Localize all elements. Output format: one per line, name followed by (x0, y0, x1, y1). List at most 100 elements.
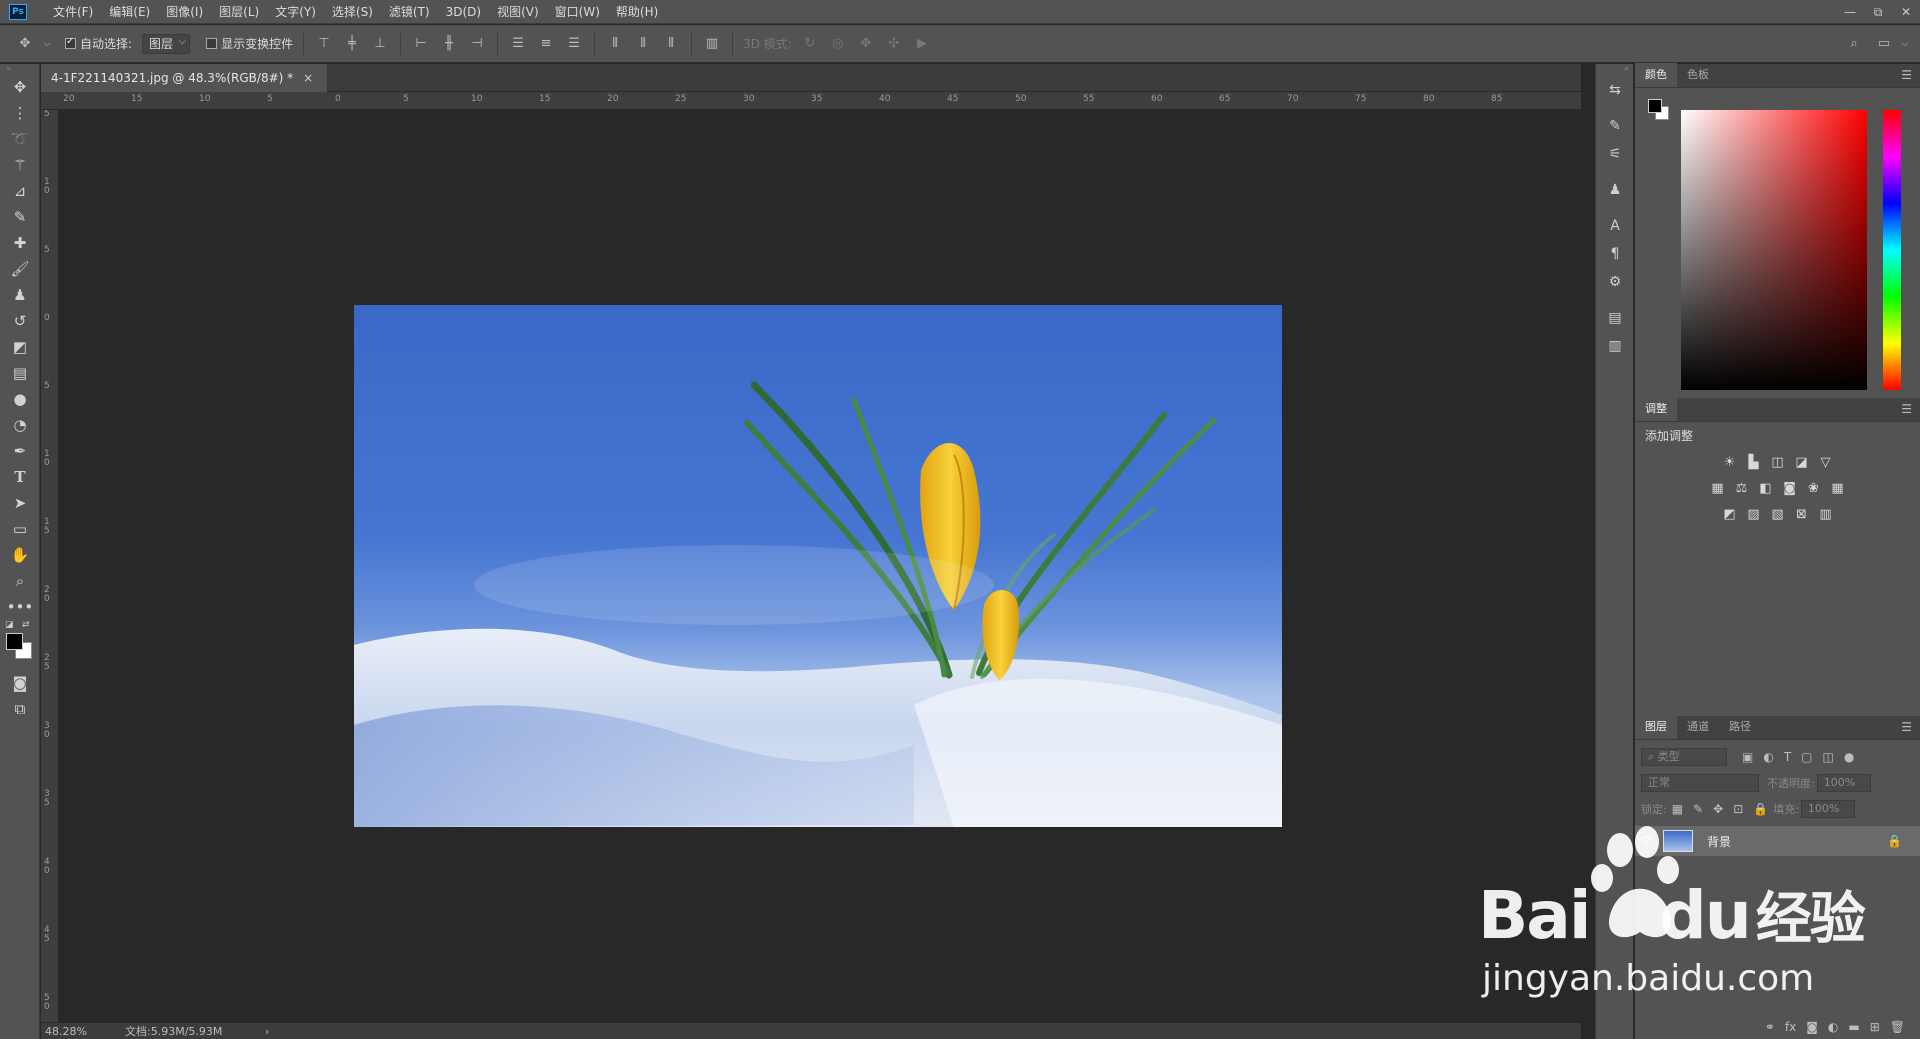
distribute-bottom-icon[interactable]: ☰ (563, 33, 585, 55)
history-icon[interactable]: ⇆ (1596, 76, 1634, 104)
dodge-tool-icon[interactable]: ◔ (0, 412, 40, 438)
lock-transparent-icon[interactable]: ▦ (1672, 802, 1683, 816)
layer-name[interactable]: 背景 (1707, 833, 1731, 850)
align-right-icon[interactable]: ⊣ (466, 33, 488, 55)
new-layer-icon[interactable]: ⊞ (1870, 1020, 1880, 1034)
align-left-icon[interactable]: ⊢ (410, 33, 432, 55)
exposure-icon[interactable]: ◪ (1791, 452, 1813, 472)
gradient-map-icon[interactable]: ▥ (1815, 504, 1837, 524)
filter-pixel-icon[interactable]: ▣ (1742, 750, 1753, 764)
tab-layers[interactable]: 图层 (1635, 715, 1677, 739)
channel-mixer-icon[interactable]: ❀ (1803, 478, 1825, 498)
panel-menu-icon[interactable]: ☰ (1901, 68, 1912, 82)
posterize-icon[interactable]: ▨ (1743, 504, 1765, 524)
tab-color[interactable]: 颜色 (1635, 63, 1677, 87)
crop-tool-icon[interactable]: ⊿ (0, 178, 40, 204)
blend-mode-dropdown[interactable]: 正常 (1641, 774, 1759, 792)
tab-channels[interactable]: 通道 (1677, 715, 1719, 739)
delete-layer-icon[interactable]: 🗑 (1890, 1020, 1905, 1034)
brightness-icon[interactable]: ☀ (1719, 452, 1741, 472)
document-image[interactable] (354, 305, 1282, 827)
panel-menu-icon[interactable]: ☰ (1901, 720, 1912, 734)
marquee-tool-icon[interactable]: ⋮ (0, 100, 40, 126)
menu-view[interactable]: 视图(V) (489, 0, 547, 24)
black-white-icon[interactable]: ◧ (1755, 478, 1777, 498)
filter-smart-object-icon[interactable]: ◫ (1823, 750, 1834, 764)
collapse-icon[interactable]: » (0, 64, 39, 74)
menu-help[interactable]: 帮助(H) (608, 0, 666, 24)
blur-tool-icon[interactable]: ● (0, 386, 40, 412)
link-layers-icon[interactable]: ⚭ (1765, 1020, 1775, 1034)
status-menu-arrow[interactable]: › (265, 1025, 269, 1038)
tab-adjustments[interactable]: 调整 (1635, 397, 1677, 421)
lock-pixels-icon[interactable]: ✎ (1693, 802, 1703, 816)
move-tool-icon[interactable]: ✥ (0, 74, 40, 100)
hue-saturation-icon[interactable]: ▦ (1707, 478, 1729, 498)
glyphs-icon[interactable]: ⚙ (1596, 268, 1634, 296)
auto-select-dropdown[interactable]: 图层 (142, 33, 191, 54)
3d-roll-icon[interactable]: ◎ (827, 33, 849, 55)
chevron-down-icon[interactable]: ⌵ (1899, 33, 1911, 55)
foreground-color-swatch[interactable] (6, 633, 23, 650)
swap-colors-icon[interactable]: ⇄ (22, 620, 30, 630)
type-tool-icon[interactable]: T (0, 464, 40, 490)
gradient-tool-icon[interactable]: ▤ (0, 360, 40, 386)
menu-file[interactable]: 文件(F) (45, 0, 101, 24)
invert-icon[interactable]: ◩ (1719, 504, 1741, 524)
collapse-icon[interactable]: « (1596, 64, 1633, 76)
magic-wand-tool-icon[interactable]: ⚚ (0, 152, 40, 178)
screen-mode-icon[interactable]: ⧉ (0, 696, 40, 722)
photo-filter-icon[interactable]: ◙ (1779, 478, 1801, 498)
opacity-field[interactable]: 100% (1816, 774, 1871, 792)
selective-color-icon[interactable]: ⊠ (1791, 504, 1813, 524)
layer-row-background[interactable]: 👁 背景 🔒 (1635, 826, 1920, 856)
distribute-vcenter-icon[interactable]: ≡ (535, 33, 557, 55)
tab-swatches[interactable]: 色板 (1677, 63, 1719, 87)
vibrance-icon[interactable]: ▽ (1815, 452, 1837, 472)
search-icon[interactable]: ⌕ (1843, 33, 1865, 55)
menu-image[interactable]: 图像(I) (158, 0, 211, 24)
distribute-hcenter-icon[interactable]: ⦀ (632, 33, 654, 55)
hue-slider[interactable] (1883, 110, 1901, 390)
paragraph-icon[interactable]: ¶ (1596, 240, 1634, 268)
align-top-icon[interactable]: ⊤ (313, 33, 335, 55)
distribute-right-icon[interactable]: ⦀ (660, 33, 682, 55)
healing-brush-tool-icon[interactable]: ✚ (0, 230, 40, 256)
filter-shape-icon[interactable]: ▢ (1801, 750, 1812, 764)
lock-all-icon[interactable]: 🔒 (1753, 802, 1768, 816)
3d-slide-icon[interactable]: ✣ (883, 33, 905, 55)
restore-button[interactable]: ⧉ (1864, 0, 1892, 24)
more-tools-icon[interactable]: ••• (0, 594, 40, 620)
filter-toggle-icon[interactable]: ● (1844, 750, 1854, 764)
lock-position-icon[interactable]: ✥ (1713, 802, 1723, 816)
pen-tool-icon[interactable]: ✒ (0, 438, 40, 464)
layer-style-icon[interactable]: fx (1785, 1020, 1796, 1034)
distribute-top-icon[interactable]: ☰ (507, 33, 529, 55)
levels-icon[interactable]: ▙ (1743, 452, 1765, 472)
align-vcenter-icon[interactable]: ╪ (341, 33, 363, 55)
menu-layer[interactable]: 图层(L) (211, 0, 267, 24)
properties-icon[interactable]: ▤ (1596, 304, 1634, 332)
add-mask-icon[interactable]: ◙ (1806, 1020, 1818, 1034)
tab-paths[interactable]: 路径 (1719, 715, 1761, 739)
lasso-tool-icon[interactable]: ➰ (0, 126, 40, 152)
new-group-icon[interactable]: ▬ (1848, 1020, 1859, 1034)
zoom-tool-icon[interactable]: ⌕ (0, 568, 40, 594)
auto-align-icon[interactable]: ▥ (701, 33, 723, 55)
3d-rotate-icon[interactable]: ↻ (799, 33, 821, 55)
brush-settings-icon[interactable]: ⚟ (1596, 140, 1634, 168)
notes-icon[interactable]: ▥ (1596, 332, 1634, 360)
path-selection-tool-icon[interactable]: ➤ (0, 490, 40, 516)
eye-icon[interactable]: 👁 (1635, 834, 1657, 848)
chevron-down-icon[interactable]: ⌵ (42, 33, 52, 55)
quick-mask-icon[interactable]: ◙ (0, 670, 40, 696)
brush-tool-icon[interactable]: 🖌 (0, 256, 40, 282)
zoom-level[interactable]: 48.28% (41, 1025, 111, 1038)
menu-3d[interactable]: 3D(D) (438, 0, 489, 24)
align-bottom-icon[interactable]: ⊥ (369, 33, 391, 55)
clone-source-icon[interactable]: ♟ (1596, 176, 1634, 204)
menu-type[interactable]: 文字(Y) (267, 0, 324, 24)
default-colors-icon[interactable]: ◪ (5, 620, 14, 630)
panel-fg-color-swatch[interactable] (1648, 99, 1662, 113)
menu-filter[interactable]: 滤镜(T) (381, 0, 438, 24)
